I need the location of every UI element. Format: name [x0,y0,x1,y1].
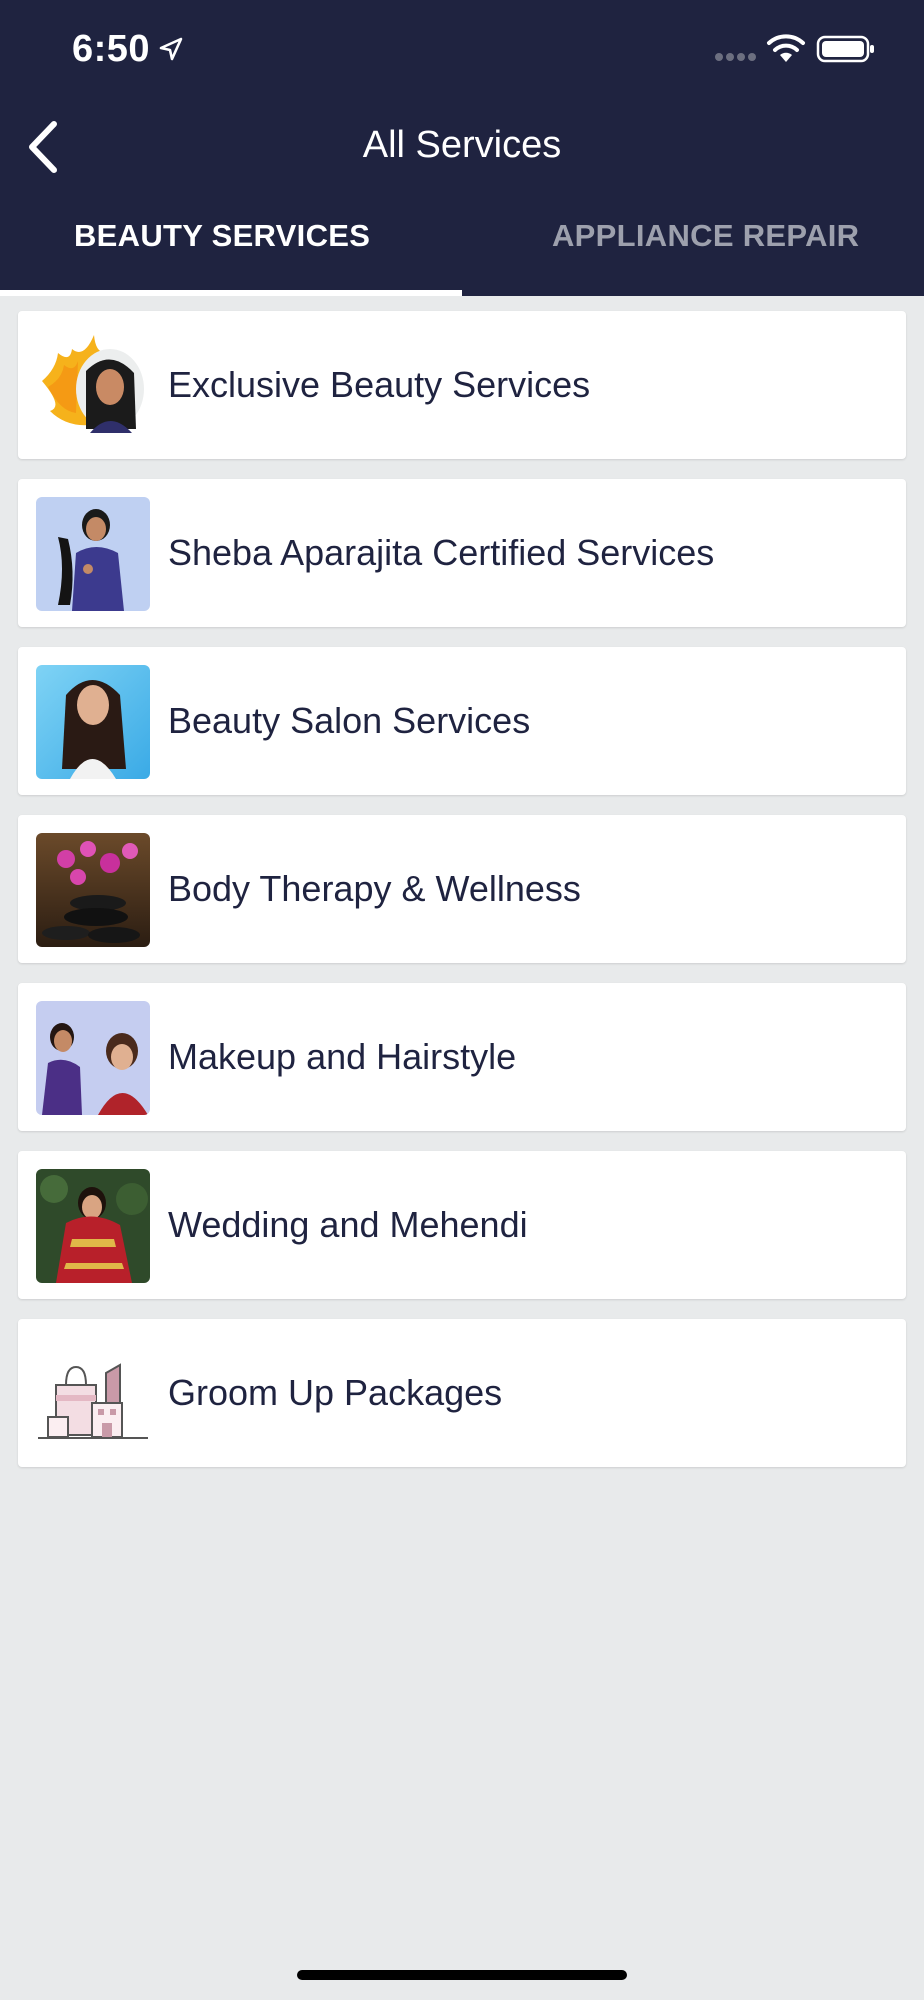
makeup-hairstyle-thumbnail [36,1001,150,1115]
list-item-label: Makeup and Hairstyle [168,1036,517,1077]
battery-icon [816,35,874,63]
location-arrow-icon [159,37,183,61]
body-therapy-thumbnail [36,833,150,947]
list-item-beauty-salon[interactable]: Beauty Salon Services [18,647,906,795]
active-tab-indicator [0,290,462,296]
list-item-groom-up[interactable]: Groom Up Packages [18,1319,906,1467]
list-item-sheba-certified[interactable]: Sheba Aparajita Certified Services [18,479,906,627]
list-item-label: Beauty Salon Services [168,700,531,741]
list-item-label: Groom Up Packages [168,1372,503,1413]
cellular-signal-icon [715,53,756,61]
list-item-exclusive-beauty[interactable]: Exclusive Beauty Services [18,311,906,459]
tab-appliance-repair[interactable]: APPLIANCE REPAIR [552,218,859,278]
wedding-mehendi-thumbnail [36,1169,150,1283]
list-item-label: Body Therapy & Wellness [168,868,581,909]
service-tabs: BEAUTY SERVICES APPLIANCE REPAIR [0,208,924,296]
list-item-label: Exclusive Beauty Services [168,364,591,405]
status-time: 6:50 [72,28,151,70]
shopping-bags-icon [36,1337,150,1451]
sheba-certified-thumbnail [36,497,150,611]
tab-beauty-services[interactable]: BEAUTY SERVICES [74,218,370,278]
wifi-icon [767,34,805,62]
exclusive-beauty-thumbnail [36,329,150,443]
list-item-label: Sheba Aparajita Certified Services [168,532,715,573]
page-title: All Services [362,124,562,166]
list-item-wedding-mehendi[interactable]: Wedding and Mehendi [18,1151,906,1299]
beauty-salon-thumbnail [36,665,150,779]
home-indicator[interactable] [297,1970,627,1980]
list-item-body-therapy[interactable]: Body Therapy & Wellness [18,815,906,963]
app-header: 6:50 All Services BEAUTY SERVICES APPLIA… [0,0,924,296]
list-item-label: Wedding and Mehendi [168,1204,528,1245]
list-item-makeup-hairstyle[interactable]: Makeup and Hairstyle [18,983,906,1131]
